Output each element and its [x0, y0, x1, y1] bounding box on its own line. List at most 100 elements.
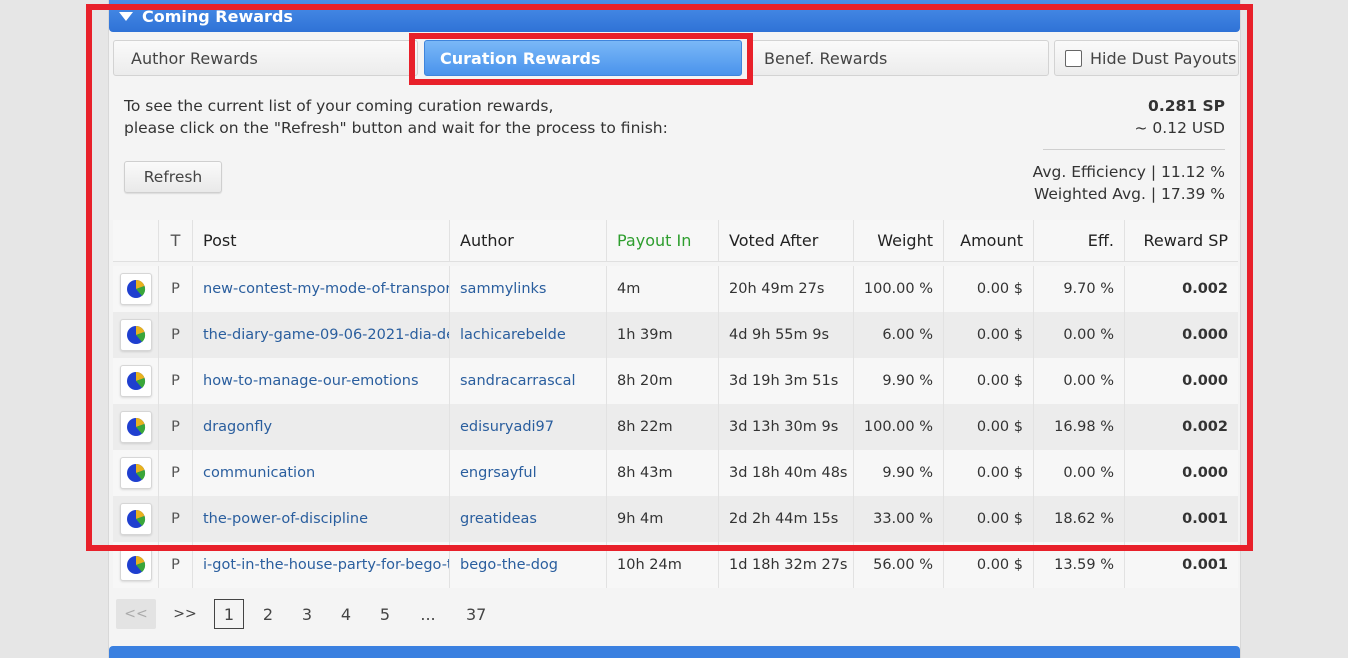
voted-after: 4d 9h 55m 9s [719, 312, 854, 358]
voted-after: 3d 19h 3m 51s [719, 358, 854, 404]
table-row: Pcommunication engrsayful 8h 43m 3d 18h 40m… [113, 450, 1238, 496]
row-type: P [159, 542, 193, 588]
pie-chart-icon[interactable] [119, 319, 152, 351]
payout-in: 10h 24m [607, 542, 719, 588]
tab-benef-label: Benef. Rewards [764, 48, 888, 68]
author-link[interactable]: lachicarebelde [450, 312, 607, 358]
pagination-page[interactable]: 3 [292, 599, 322, 629]
pagination-prev[interactable]: << [116, 599, 156, 629]
payout-in: 4m [607, 266, 719, 312]
pagination-page[interactable]: 1 [214, 599, 244, 629]
header-eff[interactable]: Eff. [1034, 220, 1125, 261]
author-link[interactable]: edisuryadi97 [450, 404, 607, 450]
rewards-summary: 0.281 SP ~ 0.12 USD Avg. Efficiency | 11… [1033, 95, 1225, 205]
table-row: Pthe-diary-game-09-06-2021-dia-de-arrlac… [113, 312, 1238, 358]
pie-chart-icon[interactable] [119, 549, 152, 581]
pie-chart-icon[interactable] [119, 457, 152, 489]
efficiency: 0.00 % [1034, 312, 1125, 358]
pie-chart-icon[interactable] [119, 503, 152, 535]
voted-after: 3d 18h 40m 48s [719, 450, 854, 496]
pagination-page[interactable]: 4 [331, 599, 361, 629]
next-section-header[interactable] [109, 646, 1240, 658]
header-amount[interactable]: Amount [944, 220, 1034, 261]
pagination-next[interactable]: >> [165, 599, 205, 629]
weighted-avg: Weighted Avg. | 17.39 % [1033, 185, 1225, 203]
triangle-down-icon[interactable] [119, 12, 133, 21]
info-line-1: To see the current list of your coming c… [124, 97, 554, 115]
table-row: Phow-to-manage-our-emotions sandracarrasc… [113, 358, 1238, 404]
post-link[interactable]: the-power-of-discipline [193, 496, 450, 542]
voted-after: 2d 2h 44m 15s [719, 496, 854, 542]
pagination: << >> 1 2 3 4 5... 37 [116, 598, 501, 630]
hide-dust-payouts-toggle[interactable]: Hide Dust Payouts [1054, 40, 1239, 76]
pie-chart-icon[interactable] [119, 273, 152, 305]
summary-divider [1043, 149, 1225, 150]
author-link[interactable]: bego-the-dog [450, 542, 607, 588]
author-link[interactable]: sandracarrascal [450, 358, 607, 404]
post-link[interactable]: new-contest-my-mode-of-transportati [193, 266, 450, 312]
pie-chart-icon[interactable] [119, 365, 152, 397]
weight: 100.00 % [854, 266, 944, 312]
reward-sp: 0.002 [1182, 419, 1228, 435]
efficiency: 0.00 % [1034, 450, 1125, 496]
table-row: Pthe-power-of-discipline greatideas 9h 4m 2… [113, 496, 1238, 542]
reward-sp: 0.001 [1182, 511, 1228, 527]
row-icon-cell [113, 312, 159, 358]
post-link[interactable]: how-to-manage-our-emotions [193, 358, 450, 404]
weight: 100.00 % [854, 404, 944, 450]
weight: 9.90 % [854, 450, 944, 496]
header-author[interactable]: Author [450, 220, 607, 261]
tab-curation-rewards[interactable]: Curation Rewards [424, 40, 742, 76]
table-row: Pi-got-in-the-house-party-for-bego-the-b… [113, 542, 1238, 588]
payout-in: 1h 39m [607, 312, 719, 358]
tab-author-rewards[interactable]: Author Rewards [113, 40, 418, 76]
efficiency: 0.00 % [1034, 358, 1125, 404]
reward-sp: 0.000 [1182, 373, 1228, 389]
header-voted-after[interactable]: Voted After [719, 220, 854, 261]
row-type: P [159, 266, 193, 312]
post-link[interactable]: communication [193, 450, 450, 496]
table-row: Pdragonfly edisuryadi97 8h 22m 3d 13h 30m 9… [113, 404, 1238, 450]
header-payout-in[interactable]: Payout In [607, 220, 719, 261]
hide-dust-checkbox[interactable] [1065, 49, 1082, 67]
author-link[interactable]: sammylinks [450, 266, 607, 312]
tab-curation-label: Curation Rewards [440, 48, 601, 68]
post-link[interactable]: the-diary-game-09-06-2021-dia-de-arr [193, 312, 450, 358]
row-type: P [159, 496, 193, 542]
author-link[interactable]: engrsayful [450, 450, 607, 496]
pagination-page[interactable]: 5 [370, 599, 400, 629]
coming-rewards-header[interactable]: Coming Rewards [109, 0, 1240, 32]
total-sp: 0.281 SP [1148, 97, 1225, 115]
hide-dust-label: Hide Dust Payouts [1090, 48, 1237, 68]
header-icon-col [113, 220, 159, 261]
weight: 56.00 % [854, 542, 944, 588]
row-icon-cell [113, 358, 159, 404]
pagination-ellipsis: ... [420, 604, 436, 624]
header-title: Coming Rewards [142, 6, 293, 26]
avg-efficiency: Avg. Efficiency | 11.12 % [1032, 163, 1225, 181]
post-link[interactable]: i-got-in-the-house-party-for-bego-the- [193, 542, 450, 588]
header-type[interactable]: T [159, 220, 193, 261]
header-post[interactable]: Post [193, 220, 450, 261]
pagination-page[interactable]: 2 [253, 599, 283, 629]
amount: 0.00 $ [944, 404, 1034, 450]
reward-sp: 0.000 [1182, 327, 1228, 343]
post-link[interactable]: dragonfly [193, 404, 450, 450]
voted-after: 3d 13h 30m 9s [719, 404, 854, 450]
refresh-button[interactable]: Refresh [124, 161, 222, 193]
amount: 0.00 $ [944, 266, 1034, 312]
info-line-2: please click on the "Refresh" button and… [124, 119, 668, 137]
author-link[interactable]: greatideas [450, 496, 607, 542]
header-weight[interactable]: Weight [854, 220, 944, 261]
reward-sp: 0.000 [1182, 465, 1228, 481]
header-reward-sp[interactable]: Reward SP [1125, 220, 1238, 261]
tab-benef-rewards[interactable]: Benef. Rewards [749, 40, 1049, 76]
row-icon-cell [113, 542, 159, 588]
amount: 0.00 $ [944, 496, 1034, 542]
table-header-row: T Post Author Payout In Voted After Weig… [113, 220, 1238, 262]
row-icon-cell [113, 496, 159, 542]
pagination-page[interactable]: 37 [460, 599, 492, 629]
pie-chart-icon[interactable] [119, 411, 152, 443]
reward-sp: 0.001 [1182, 557, 1228, 573]
reward-sp: 0.002 [1182, 281, 1228, 297]
